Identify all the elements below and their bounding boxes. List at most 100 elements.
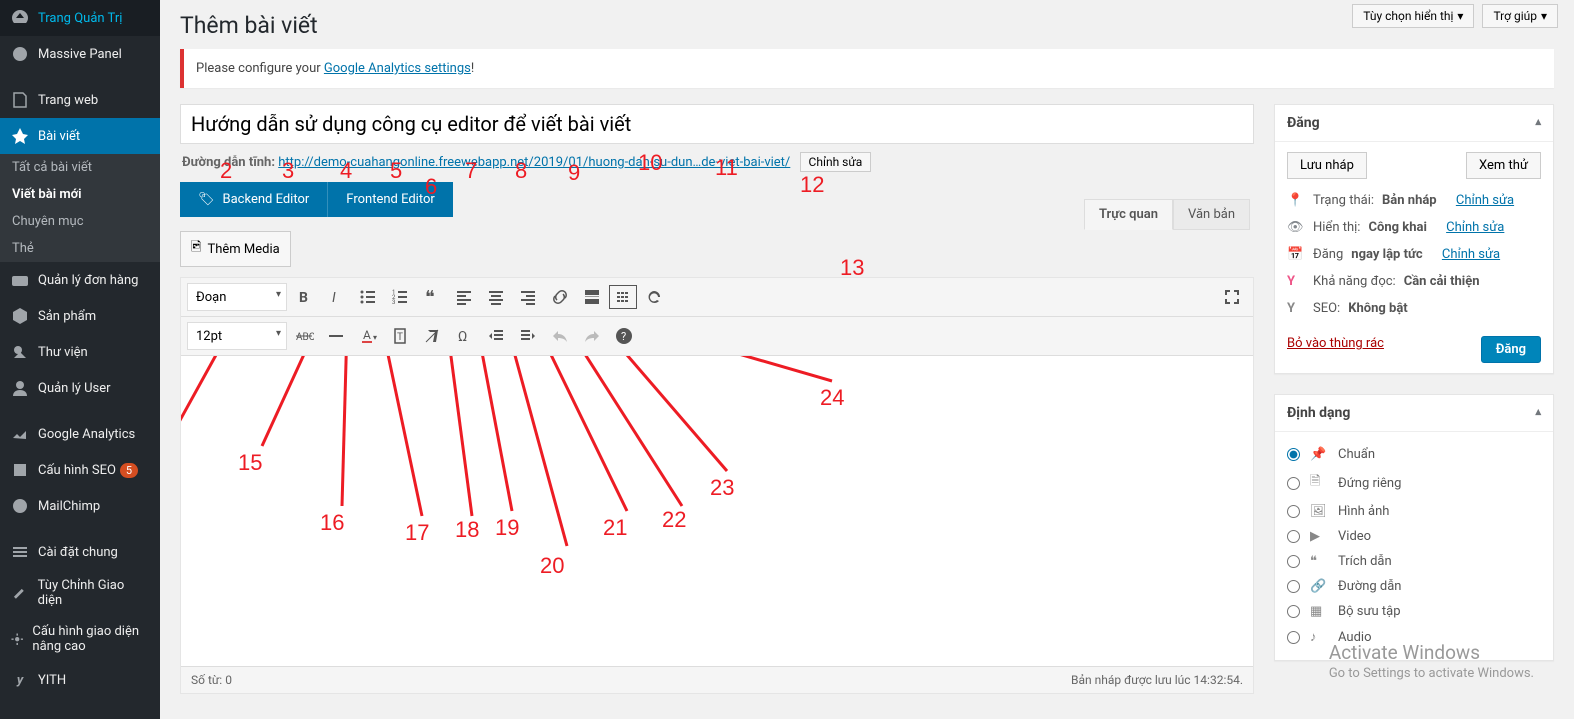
sidebar-item-posts[interactable]: Bài viết — [0, 118, 160, 154]
yoast-read-icon: Y — [1287, 274, 1305, 289]
fullscreen-button[interactable] — [1217, 282, 1247, 312]
format-select[interactable]: Đoạn — [187, 283, 287, 311]
sidebar-item-dashboard[interactable]: Trang Quản Trị — [0, 0, 160, 36]
tab-text[interactable]: Văn bản — [1173, 199, 1250, 230]
config-notice: Please configure your Google Analytics s… — [180, 49, 1554, 88]
toolbar-row-1: Đoạn B I 123 ❝ — [181, 278, 1253, 317]
quote-button[interactable]: ❝ — [417, 282, 447, 312]
permalink-url[interactable]: http://demo-cuahangonline.freewebapp.net… — [278, 155, 790, 170]
align-right-button[interactable] — [513, 282, 543, 312]
analytics-settings-link[interactable]: Google Analytics settings — [324, 61, 471, 76]
seo-label: SEO: — [1313, 301, 1340, 316]
format-radio[interactable] — [1287, 580, 1300, 593]
sidebar-item-analytics[interactable]: Google Analytics — [0, 416, 160, 452]
pin-icon — [10, 126, 30, 146]
paste-text-button[interactable]: T — [385, 321, 415, 351]
editor-body[interactable] — [181, 356, 1253, 666]
wordcount-value: 0 — [225, 673, 232, 687]
align-center-button[interactable] — [481, 282, 511, 312]
sidebar-item-yith[interactable]: yYITH — [0, 662, 160, 698]
tab-visual[interactable]: Trực quan — [1084, 199, 1173, 230]
save-draft-button[interactable]: Lưu nháp — [1287, 152, 1367, 179]
format-radio[interactable] — [1287, 448, 1300, 461]
publish-button[interactable]: Đăng — [1481, 336, 1541, 363]
sub-all-posts[interactable]: Tất cả bài viết — [0, 154, 160, 181]
bullet-list-button[interactable] — [353, 282, 383, 312]
schedule-value: ngay lập tức — [1351, 247, 1422, 262]
format-option-trích-dẫn[interactable]: ❝Trích dẫn — [1287, 549, 1541, 574]
sub-new-post[interactable]: Viết bài mới — [0, 181, 160, 208]
media-icon — [10, 342, 30, 362]
strikethrough-button[interactable]: ABC — [289, 321, 319, 351]
sidebar-item-users[interactable]: Quản lý User — [0, 370, 160, 406]
align-left-button[interactable] — [449, 282, 479, 312]
format-radio[interactable] — [1287, 605, 1300, 618]
sidebar-item-media[interactable]: Thư viện — [0, 334, 160, 370]
eye-icon: 👁 — [1287, 220, 1305, 235]
format-icon: 🔗 — [1310, 579, 1328, 594]
sidebar-item-products[interactable]: Sản phẩm — [0, 298, 160, 334]
italic-button[interactable]: I — [321, 282, 351, 312]
sidebar-item-theme[interactable]: Cấu hình giao diện nâng cao — [0, 616, 160, 662]
format-box-title[interactable]: Định dạng — [1275, 395, 1553, 432]
clear-format-button[interactable] — [417, 321, 447, 351]
edit-visibility-link[interactable]: Chỉnh sửa — [1446, 220, 1504, 235]
refresh-button[interactable] — [639, 282, 669, 312]
sidebar-label: Massive Panel — [38, 47, 122, 62]
sidebar-item-mailchimp[interactable]: MailChimp — [0, 488, 160, 524]
sidebar-item-orders[interactable]: Quản lý đơn hàng — [0, 262, 160, 298]
add-media-button[interactable]: 🖻Thêm Media — [180, 231, 291, 267]
publish-box-title[interactable]: Đăng — [1275, 105, 1553, 142]
post-title-input[interactable] — [180, 104, 1254, 144]
format-option-hình-ảnh[interactable]: 🖼Hình ảnh — [1287, 499, 1541, 524]
help-button[interactable]: Trợ giúp ▾ — [1482, 4, 1558, 28]
sidebar-item-massive[interactable]: Massive Panel — [0, 36, 160, 72]
sidebar-item-seo[interactable]: Cấu hình SEO5 — [0, 452, 160, 488]
trash-link[interactable]: Bỏ vào thùng rác — [1287, 336, 1384, 363]
format-label: Trích dẫn — [1338, 554, 1392, 569]
format-radio[interactable] — [1287, 555, 1300, 568]
readmore-button[interactable] — [577, 282, 607, 312]
format-option-đường-dẫn[interactable]: 🔗Đường dẫn — [1287, 574, 1541, 599]
format-radio[interactable] — [1287, 477, 1300, 490]
special-char-button[interactable]: Ω — [449, 321, 479, 351]
text-color-button[interactable]: A▾ — [353, 321, 383, 351]
edit-status-link[interactable]: Chỉnh sửa — [1456, 193, 1514, 208]
format-option-chuẩn[interactable]: 📌Chuẩn — [1287, 442, 1541, 467]
format-radio[interactable] — [1287, 505, 1300, 518]
svg-text:❝: ❝ — [425, 287, 435, 307]
number-list-button[interactable]: 123 — [385, 282, 415, 312]
sidebar-item-customize[interactable]: Tùy Chỉnh Giao diện — [0, 570, 160, 616]
sub-categories[interactable]: Chuyên mục — [0, 208, 160, 235]
edit-slug-button[interactable]: Chỉnh sửa — [800, 152, 872, 172]
screen-options-button[interactable]: Tùy chọn hiển thị ▾ — [1352, 4, 1474, 28]
format-radio[interactable] — [1287, 631, 1300, 644]
preview-button[interactable]: Xem thử — [1466, 152, 1541, 179]
fontsize-select[interactable]: 12pt — [187, 322, 287, 350]
gear-icon — [10, 629, 24, 649]
backend-editor-button[interactable]: 🏷Backend Editor — [180, 182, 327, 217]
kitchen-sink-button[interactable] — [609, 285, 637, 309]
format-option-video[interactable]: ▶Video — [1287, 524, 1541, 549]
format-option-bộ-sưu-tập[interactable]: ▦Bộ sưu tập — [1287, 599, 1541, 624]
sidebar-item-pages[interactable]: Trang web — [0, 82, 160, 118]
help-shortcut-button[interactable]: ? — [609, 321, 639, 351]
svg-text:?: ? — [621, 330, 626, 343]
indent-button[interactable] — [513, 321, 543, 351]
sidebar-item-settings[interactable]: Cài đặt chung — [0, 534, 160, 570]
frontend-editor-button[interactable]: Frontend Editor — [327, 182, 452, 217]
watermark-line2: Go to Settings to activate Windows. — [1329, 666, 1534, 681]
svg-text:3: 3 — [392, 299, 395, 306]
bold-button[interactable]: B — [289, 282, 319, 312]
outdent-button[interactable] — [481, 321, 511, 351]
format-radio[interactable] — [1287, 530, 1300, 543]
edit-schedule-link[interactable]: Chỉnh sửa — [1442, 247, 1500, 262]
sidebar-label: Cài đặt chung — [38, 545, 118, 560]
format-option-đứng-riêng[interactable]: 🗎Đứng riêng — [1287, 467, 1541, 499]
seo-value: Không bật — [1348, 301, 1408, 316]
undo-button[interactable] — [545, 321, 575, 351]
hr-button[interactable] — [321, 321, 351, 351]
sub-tags[interactable]: Thẻ — [0, 235, 160, 262]
redo-button[interactable] — [577, 321, 607, 351]
link-button[interactable] — [545, 282, 575, 312]
